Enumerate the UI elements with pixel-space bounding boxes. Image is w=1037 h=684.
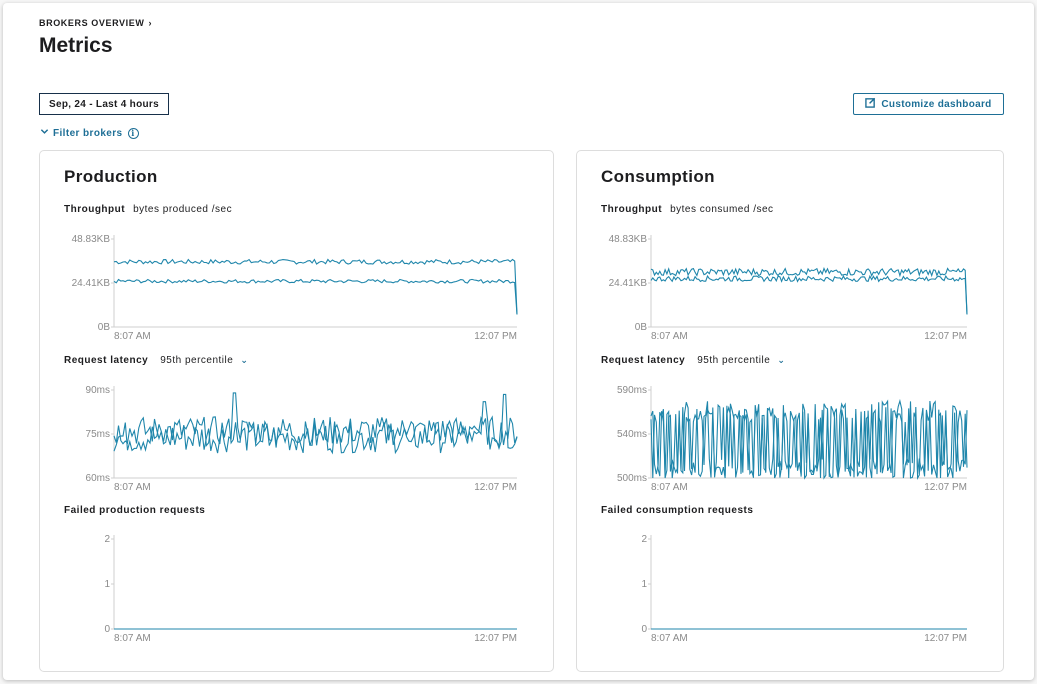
x-tick-label: 12:07 PM [474,482,517,493]
percentile-select[interactable]: 95th percentile [160,355,233,366]
latency-title: Request latency [64,355,149,366]
chevron-down-icon [40,127,49,139]
x-tick-label: 8:07 AM [651,482,688,493]
y-tick-label: 48.83KB [609,234,648,245]
breadcrumb-chevron-icon: › [148,18,153,28]
filter-brokers-label: Filter brokers [53,127,123,139]
consumption-panel: Consumption Throughput bytes consumed /se… [576,150,1004,672]
throughput-unit: bytes consumed /sec [670,204,774,215]
latency-label: Request latency 95th percentile ⌄ [601,355,785,366]
production-failed-chart: 0 1 2 8:07 AM 12:07 PM [104,534,517,644]
throughput-unit: bytes produced /sec [133,204,233,215]
x-tick-label: 8:07 AM [114,482,151,493]
edit-square-icon [865,97,876,111]
filter-brokers-toggle[interactable]: Filter brokers i [40,127,139,139]
x-tick-label: 8:07 AM [114,331,151,342]
series-line-1 [113,278,518,315]
throughput-label: Throughput bytes consumed /sec [601,204,774,215]
series-line-0 [113,258,518,315]
throughput-title: Throughput [601,204,663,215]
panel-title: Consumption [601,167,715,186]
y-tick-label: 500ms [617,473,647,484]
failed-requests-label: Failed consumption requests [601,505,754,516]
y-tick-label: 75ms [86,429,110,440]
production-latency-chart: 60ms 75ms 90ms 8:07 AM 12:07 PM [86,385,518,493]
y-tick-label: 590ms [617,385,647,396]
info-icon[interactable]: i [127,127,139,139]
y-tick-label: 2 [641,534,647,545]
y-tick-label: 0B [98,322,111,333]
failed-requests-label: Failed production requests [64,505,206,516]
y-tick-label: 0 [641,624,647,635]
x-tick-label: 12:07 PM [924,482,967,493]
customize-dashboard-label: Customize dashboard [881,98,992,110]
panel-title: Production [64,167,158,186]
chevron-down-icon[interactable]: ⌄ [777,355,785,365]
x-tick-label: 12:07 PM [924,633,967,644]
percentile-select[interactable]: 95th percentile [697,355,770,366]
consumption-failed-chart: 0 1 2 8:07 AM 12:07 PM [641,534,967,644]
y-tick-label: 540ms [617,429,647,440]
throughput-title: Throughput [64,204,126,215]
chevron-down-icon[interactable]: ⌄ [240,355,248,365]
consumption-latency-chart: 500ms 540ms 590ms 8:07 AM 12:07 PM [617,385,968,493]
consumption-throughput-chart: 0B 24.41KB 48.83KB 8:07 AM 12:07 PM [609,234,968,342]
y-tick-label: 24.41KB [72,278,111,289]
y-tick-label: 1 [104,579,110,590]
y-tick-label: 60ms [86,473,110,484]
y-tick-label: 24.41KB [609,278,648,289]
date-range-button[interactable]: Sep, 24 - Last 4 hours [39,93,169,115]
series-line-0 [650,267,968,315]
x-tick-label: 12:07 PM [474,331,517,342]
latency-title: Request latency [601,355,686,366]
y-tick-label: 2 [104,534,110,545]
x-tick-label: 8:07 AM [651,331,688,342]
customize-dashboard-button[interactable]: Customize dashboard [853,93,1004,115]
production-panel: Production Throughput bytes produced /sec… [39,150,554,672]
page-title: Metrics [39,34,113,57]
y-tick-label: 0B [635,322,648,333]
x-tick-label: 12:07 PM [474,633,517,644]
throughput-label: Throughput bytes produced /sec [64,204,232,215]
metrics-page: BROKERS OVERVIEW › Metrics Sep, 24 - Last… [3,3,1034,680]
x-tick-label: 8:07 AM [651,633,688,644]
breadcrumb[interactable]: BROKERS OVERVIEW › [39,18,152,28]
y-tick-label: 1 [641,579,647,590]
x-tick-label: 12:07 PM [924,331,967,342]
y-tick-label: 0 [104,624,110,635]
y-tick-label: 90ms [86,385,110,396]
y-tick-label: 48.83KB [72,234,111,245]
breadcrumb-link[interactable]: BROKERS OVERVIEW [39,18,144,28]
series-line-1 [650,274,968,315]
production-throughput-chart: 0B 24.41KB 48.83KB 8:07 AM 12:07 PM [72,234,518,342]
latency-label: Request latency 95th percentile ⌄ [64,355,248,366]
x-tick-label: 8:07 AM [114,633,151,644]
